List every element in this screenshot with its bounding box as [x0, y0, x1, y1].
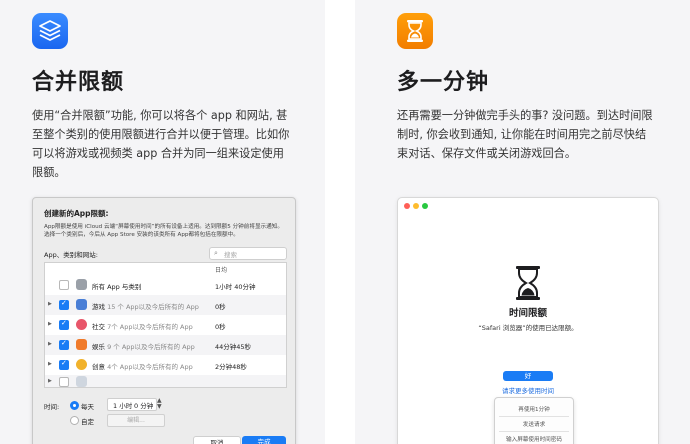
close-window-button[interactable] — [404, 203, 410, 209]
app-list-table: 日均 所有 App 与类别 1小时 40分钟 ▶ 游戏 15 个 App以及今后… — [44, 262, 287, 388]
column-header-daily-average: 日均 — [215, 267, 228, 274]
creativity-category-icon — [76, 359, 87, 370]
row-checkbox[interactable] — [59, 299, 69, 310]
menu-divider — [499, 416, 569, 417]
entertainment-category-icon — [76, 339, 87, 350]
hourglass-icon — [516, 266, 540, 300]
cancel-button[interactable]: 取消 — [193, 436, 241, 444]
row-checkbox[interactable] — [59, 280, 69, 290]
search-icon: ⌕ — [214, 249, 218, 257]
category-icon — [76, 279, 87, 290]
row-checkbox[interactable] — [59, 359, 69, 370]
disclosure-triangle-icon[interactable]: ▶ — [48, 341, 52, 347]
disclosure-triangle-icon[interactable]: ▶ — [48, 301, 52, 307]
custom-radio[interactable] — [70, 416, 79, 425]
minutes-value[interactable]: 0 分钟 — [134, 400, 153, 410]
create-app-limit-dialog: 创建新的App限额: App限额是使用 iCloud 云端“屏幕使用时间”的所有… — [32, 197, 296, 444]
merge-limits-title: 合并限额 — [32, 70, 125, 95]
merge-limits-description: 使用“合并限额”功能, 你可以将各个 app 和网站, 甚至整个类别的使用限额进… — [32, 109, 290, 179]
dialog-title: 创建新的App限额: — [44, 209, 109, 218]
table-row[interactable]: ▶ 娱乐 9 个 App以及今后所有的 App 44分钟45秒 — [45, 335, 286, 355]
everyday-label: 每天 — [81, 403, 94, 411]
social-category-icon — [76, 319, 87, 330]
edit-button[interactable]: 编辑... — [107, 414, 165, 427]
merge-limits-panel: 合并限额 使用“合并限额”功能, 你可以将各个 app 和网站, 甚至整个类别的… — [0, 0, 325, 444]
row-name: 所有 App 与类别 — [92, 283, 142, 291]
limit-reached-message: “Safari 浏览器”的使用已达限额。 — [478, 324, 578, 332]
one-more-minute-description: 还再需要一分钟做完手头的事? 没问题。到达时间限制时, 你会收到通知, 让你能在… — [397, 109, 653, 160]
row-value: 0秒 — [215, 303, 226, 311]
zoom-window-button[interactable] — [422, 203, 428, 209]
custom-label: 自定 — [81, 418, 94, 426]
table-row[interactable]: ▶ 游戏 15 个 App以及今后所有的 App 0秒 — [45, 295, 286, 315]
games-category-icon — [76, 299, 87, 310]
row-value: 1小时 40分钟 — [215, 283, 256, 291]
menu-divider — [499, 431, 569, 432]
table-row[interactable]: 所有 App 与类别 1小时 40分钟 — [45, 275, 286, 295]
row-checkbox[interactable] — [59, 339, 69, 350]
row-value: 2分钟48秒 — [215, 363, 247, 371]
time-limit-window: 时间限额 “Safari 浏览器”的使用已达限额。 好 请求更多使用时间 再使用… — [397, 197, 659, 444]
row-name: 游戏 15 个 App以及今后所有的 App — [92, 303, 199, 311]
row-value: 0秒 — [215, 323, 226, 331]
request-more-time-link[interactable]: 请求更多使用时间 — [398, 385, 658, 395]
row-checkbox[interactable] — [59, 319, 69, 330]
row-checkbox[interactable] — [59, 377, 69, 387]
everyday-radio[interactable] — [70, 401, 79, 410]
list-label: App、类别和网站: — [44, 251, 98, 259]
ok-button[interactable]: 好 — [503, 371, 553, 381]
menu-item-enter-passcode[interactable]: 输入屏幕使用时间密码 — [495, 435, 573, 443]
stepper-arrows-icon[interactable]: ▲ ▼ — [157, 398, 162, 410]
table-row[interactable]: ▶ 社交 7个 App以及今后所有的 App 0秒 — [45, 315, 286, 335]
panel-gap — [325, 0, 355, 444]
time-label: 时间: — [44, 403, 60, 411]
row-name: 创意 4个 App以及今后所有的 App — [92, 363, 193, 371]
time-limit-heading: 时间限额 — [508, 308, 547, 319]
one-more-minute-panel: 多一分钟 还再需要一分钟做完手头的事? 没问题。到达时间限制时, 你会收到通知,… — [355, 0, 690, 444]
done-button[interactable]: 完成 — [242, 436, 286, 444]
dialog-description: App限额是使用 iCloud 云端“屏幕使用时间”的所有设备上适用。达到限额5… — [44, 224, 283, 238]
menu-item-send-request[interactable]: 发送请求 — [495, 420, 573, 428]
hourglass-icon — [397, 13, 433, 49]
row-name: 社交 7个 App以及今后所有的 App — [92, 323, 193, 331]
one-more-minute-title: 多一分钟 — [397, 70, 490, 95]
category-icon — [76, 376, 87, 387]
search-placeholder: 搜索 — [224, 251, 237, 259]
table-row[interactable]: ▶ 创意 4个 App以及今后所有的 App 2分钟48秒 — [45, 355, 286, 375]
stacked-layers-icon — [32, 13, 68, 49]
disclosure-triangle-icon[interactable]: ▶ — [48, 361, 52, 367]
disclosure-triangle-icon[interactable]: ▶ — [48, 321, 52, 327]
disclosure-triangle-icon[interactable]: ▶ — [48, 378, 52, 384]
menu-item-one-more-minute[interactable]: 再使用1分钟 — [495, 405, 573, 413]
row-name: 娱乐 9 个 App以及今后所有的 App — [92, 343, 195, 351]
minimize-window-button[interactable] — [413, 203, 419, 209]
row-value: 44分钟45秒 — [215, 343, 252, 351]
more-time-menu: 再使用1分钟 发送请求 输入屏幕使用时间密码 — [494, 397, 574, 444]
search-input[interactable]: ⌕ 搜索 — [209, 247, 287, 260]
time-stepper[interactable]: 1 小时 0 分钟 — [107, 398, 157, 411]
table-row[interactable]: ▶ — [45, 375, 286, 387]
hours-value[interactable]: 1 小时 — [113, 400, 132, 410]
